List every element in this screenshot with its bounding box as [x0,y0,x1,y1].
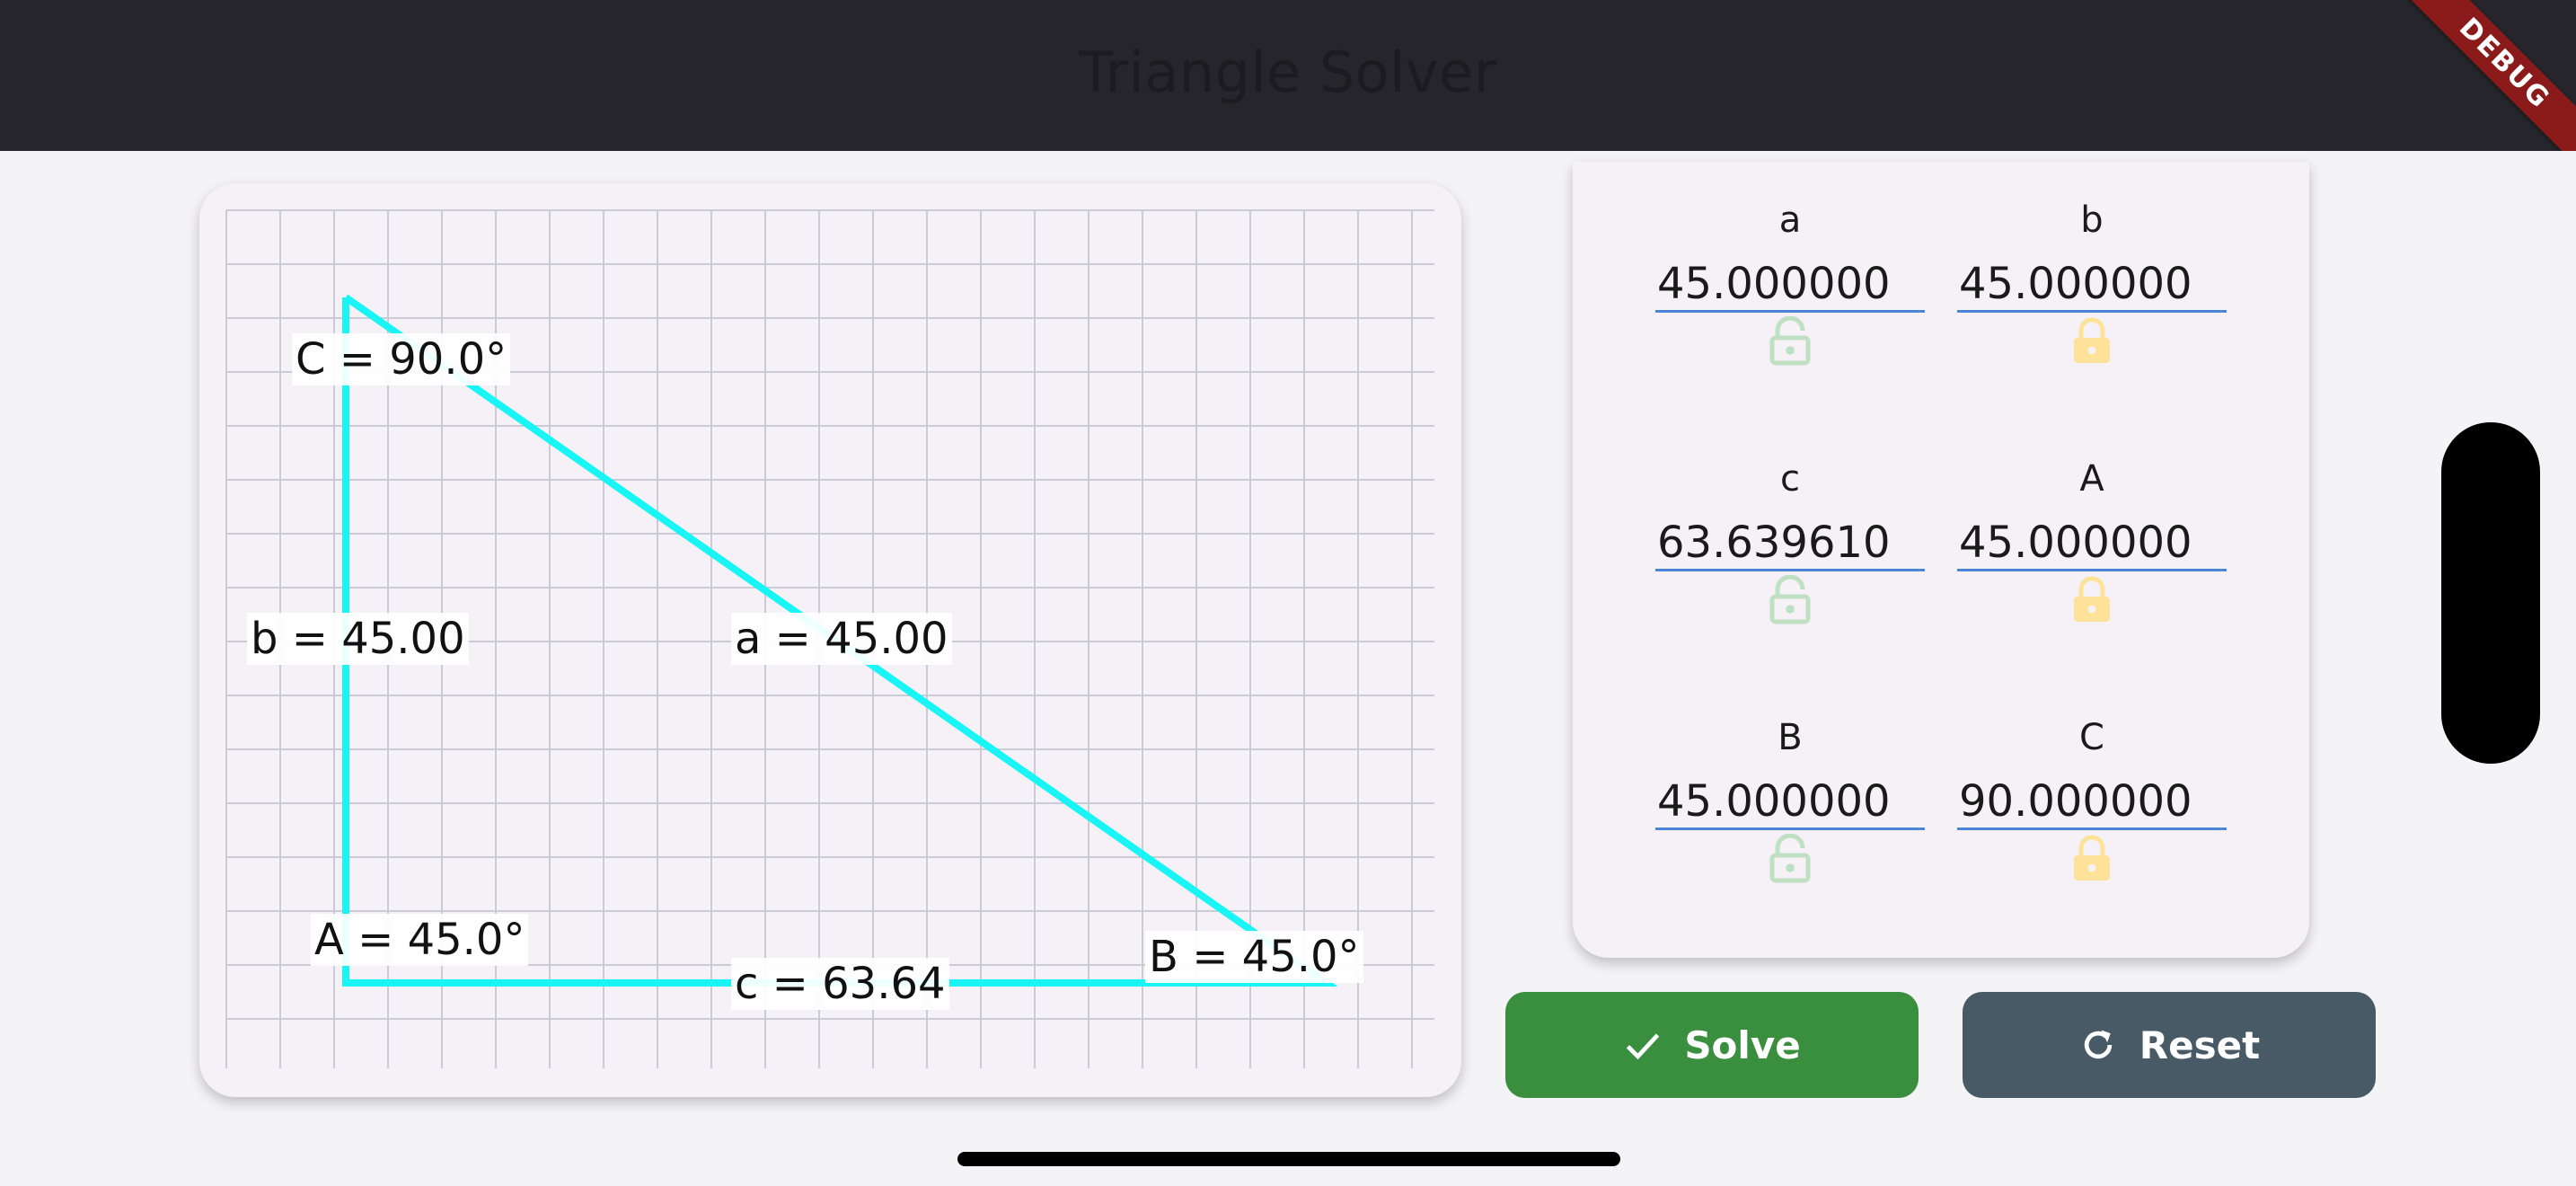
field-a-label: a [1778,199,1802,241]
check-icon [1627,1033,1660,1060]
lock-open-icon[interactable] [1769,834,1812,884]
side-b-label: b = 45.00 [247,613,469,665]
lock-closed-icon[interactable] [2070,575,2113,625]
solve-button-label: Solve [1684,1022,1801,1067]
app-title: Triangle Solver [1079,40,1497,105]
refresh-icon [2084,1030,2113,1059]
angle-b-input[interactable] [1655,774,1925,830]
triangle-canvas[interactable]: C = 90.0° b = 45.00 a = 45.00 A = 45.0° … [199,183,1461,1097]
angle-c-label: C = 90.0° [292,333,511,385]
side-c-label: c = 63.64 [731,958,949,1010]
lock-closed-icon[interactable] [2070,316,2113,367]
side-b-input[interactable] [1957,257,2227,313]
field-angle-a-label: A [2079,458,2104,500]
home-indicator[interactable] [957,1152,1620,1166]
side-a-label: a = 45.00 [731,613,952,665]
angle-b-label: B = 45.0° [1145,931,1363,983]
side-a-input[interactable] [1655,257,1925,313]
field-b-label: b [2080,199,2104,241]
triangle-input-form: a b c A B [1573,162,2309,958]
angle-a-input[interactable] [1957,516,2227,571]
lock-open-icon[interactable] [1769,316,1812,367]
lock-open-icon[interactable] [1769,575,1812,625]
angle-a-label: A = 45.0° [311,914,529,966]
field-angle-b-label: B [1778,717,1803,758]
reset-button[interactable]: Reset [1963,992,2376,1098]
side-handle[interactable] [2441,422,2540,764]
lock-closed-icon[interactable] [2070,834,2113,884]
side-c-input[interactable] [1655,516,1925,571]
angle-c-input[interactable] [1957,774,2227,830]
reset-button-label: Reset [2139,1022,2261,1067]
app-bar: Triangle Solver DEBUG [0,0,2576,151]
solve-button[interactable]: Solve [1505,992,1919,1098]
field-c-label: c [1780,458,1800,500]
field-angle-c-label: C [2079,717,2104,758]
